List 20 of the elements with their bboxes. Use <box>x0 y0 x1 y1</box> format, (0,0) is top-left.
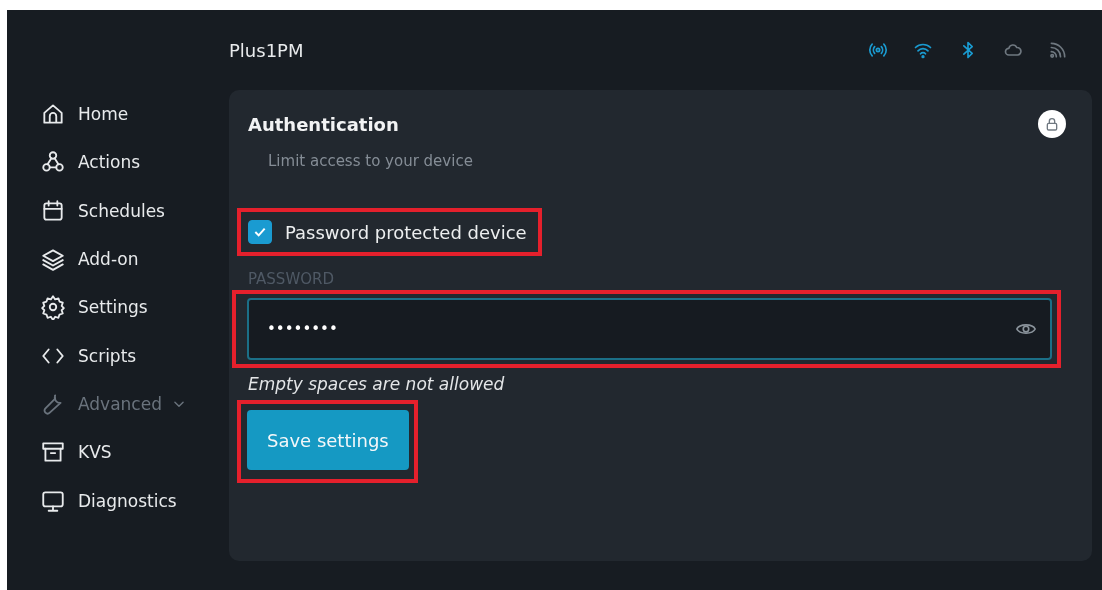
signal-icon[interactable] <box>868 40 888 60</box>
checkbox-label[interactable]: Password protected device <box>285 221 527 243</box>
sidebar-item[interactable]: Schedules <box>40 186 229 235</box>
calendar-icon <box>40 197 66 224</box>
settings-icon <box>40 294 66 321</box>
hint-text: Empty spaces are not allowed <box>248 374 506 394</box>
sidebar-item[interactable]: Add-on <box>40 234 229 284</box>
password-field[interactable]: •••••••• <box>247 298 1052 360</box>
sidebar-item[interactable]: Diagnostics <box>40 476 229 525</box>
lock-icon <box>1038 110 1066 138</box>
sidebar-item[interactable]: Home <box>40 90 229 139</box>
sidebar-item[interactable]: Settings <box>40 283 229 332</box>
checkbox[interactable] <box>248 220 272 244</box>
section-title: Authentication <box>248 113 399 135</box>
device-title: Plus1PM <box>229 39 305 61</box>
sidebar-item[interactable]: KVS <box>40 428 229 477</box>
section-subtitle: Limit access to your device <box>268 152 474 170</box>
sidebar-item[interactable]: Actions <box>40 138 229 187</box>
sidebar-item[interactable]: Scripts <box>40 331 229 380</box>
feed-icon[interactable] <box>1048 40 1068 60</box>
